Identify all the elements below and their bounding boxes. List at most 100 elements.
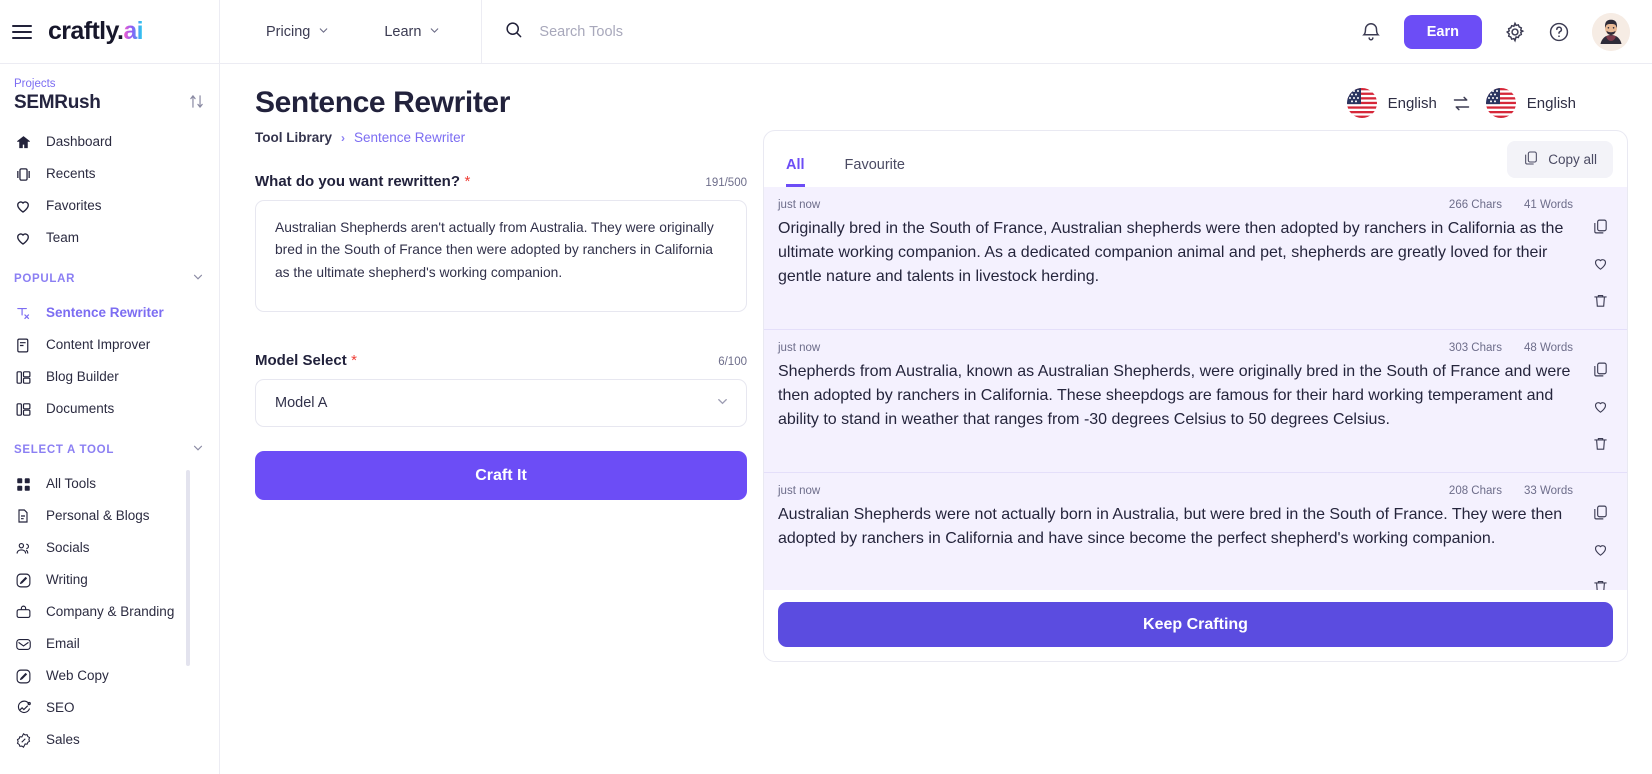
sidebar-header: craftly.ai (0, 0, 219, 64)
chevron-down-icon (317, 24, 330, 40)
source-language-selector[interactable]: English (1347, 88, 1437, 118)
sidebar-label: Team (46, 230, 79, 246)
results-panel: All Favourite Copy all just now (763, 130, 1628, 662)
prompt-label-wrap: What do you want rewritten? * (255, 173, 470, 191)
sidebar-scrollbar[interactable] (186, 470, 190, 666)
notifications-bell-icon[interactable] (1360, 21, 1382, 43)
prompt-label: What do you want rewritten? (255, 173, 460, 190)
top-nav-pricing[interactable]: Pricing (266, 24, 330, 40)
section-title: POPULAR (14, 273, 75, 285)
sidebar: craftly.ai Projects SEMRush Dashboard Re… (0, 0, 220, 774)
delete-trash-icon[interactable] (1585, 571, 1615, 590)
breadcrumb: Tool Library › Sentence Rewriter (255, 130, 747, 145)
model-label-wrap: Model Select * (255, 352, 357, 370)
top-nav-label: Learn (384, 24, 421, 40)
sort-swap-icon[interactable] (188, 93, 205, 114)
sidebar-label: Dashboard (46, 134, 112, 150)
sidebar-label: Content Improver (46, 337, 150, 353)
top-nav: Pricing Learn (220, 0, 481, 64)
brand-name: craftly (48, 17, 117, 45)
sidebar-label: Personal & Blogs (46, 508, 150, 524)
project-row[interactable]: SEMRush (14, 92, 205, 114)
sidebar-label: Blog Builder (46, 369, 119, 385)
app-root: craftly.ai Projects SEMRush Dashboard Re… (0, 0, 1652, 774)
sidebar-item-seo[interactable]: SEO (0, 692, 219, 724)
swap-languages-icon[interactable] (1451, 93, 1472, 114)
result-words: 33 Words (1524, 485, 1573, 497)
required-asterisk: * (351, 352, 357, 369)
tab-favourite[interactable]: Favourite (845, 158, 905, 188)
result-text: Shepherds from Australia, known as Austr… (778, 360, 1573, 432)
sidebar-item-recents[interactable]: Recents (0, 158, 219, 190)
sidebar-item-sales[interactable]: Sales (0, 724, 219, 756)
favorite-heart-icon[interactable] (1585, 391, 1615, 421)
delete-trash-icon[interactable] (1585, 428, 1615, 458)
brand-logo[interactable]: craftly.ai (48, 17, 143, 46)
favorite-heart-icon[interactable] (1585, 534, 1615, 564)
result-body: just now 266 Chars 41 Words Originally b… (778, 199, 1573, 315)
sidebar-item-dashboard[interactable]: Dashboard (0, 126, 219, 158)
chevron-down-icon (428, 24, 441, 40)
users-icon (14, 539, 32, 557)
result-words: 48 Words (1524, 342, 1573, 354)
layout-icon (14, 400, 32, 418)
result-card: just now 208 Chars 33 Words Australian S… (764, 473, 1627, 590)
model-select[interactable]: Model A (255, 379, 747, 427)
model-label: Model Select (255, 352, 347, 369)
result-words: 41 Words (1524, 199, 1573, 211)
copy-icon[interactable] (1585, 354, 1615, 384)
copy-icon[interactable] (1585, 497, 1615, 527)
copy-all-button[interactable]: Copy all (1507, 141, 1613, 178)
rewrite-icon (14, 304, 32, 322)
sidebar-label: Sentence Rewriter (46, 305, 164, 321)
result-text: Originally bred in the South of France, … (778, 217, 1573, 289)
pencil-square-icon (14, 667, 32, 685)
sidebar-item-blog-builder[interactable]: Blog Builder (0, 361, 219, 393)
delete-trash-icon[interactable] (1585, 285, 1615, 315)
breadcrumb-root[interactable]: Tool Library (255, 130, 332, 145)
result-text: Australian Shepherds were not actually b… (778, 503, 1573, 551)
main-area: Pricing Learn Earn (220, 0, 1652, 774)
chevron-down-icon (191, 270, 205, 287)
top-bar-actions: Earn (1342, 13, 1652, 51)
favorite-heart-icon[interactable] (1585, 248, 1615, 278)
sidebar-primary-nav: Dashboard Recents Favorites Team (0, 124, 219, 254)
craft-it-button[interactable]: Craft It (255, 451, 747, 500)
keep-crafting-button[interactable]: Keep Crafting (778, 602, 1613, 647)
top-nav-learn[interactable]: Learn (384, 24, 441, 40)
earn-button[interactable]: Earn (1404, 15, 1482, 49)
result-chars: 266 Chars (1449, 199, 1502, 211)
section-header-popular[interactable]: POPULAR (0, 254, 219, 295)
sidebar-item-sentence-rewriter[interactable]: Sentence Rewriter (0, 297, 219, 329)
gear-icon[interactable] (1504, 21, 1526, 43)
help-circle-icon[interactable] (1548, 21, 1570, 43)
sidebar-label: All Tools (46, 476, 96, 492)
target-language-label: English (1527, 95, 1576, 112)
copy-all-label: Copy all (1548, 152, 1597, 167)
result-card: just now 303 Chars 48 Words Shepherds fr… (764, 330, 1627, 473)
result-meta: just now 208 Chars 33 Words (778, 485, 1573, 497)
avatar[interactable] (1592, 13, 1630, 51)
section-header-select-a-tool[interactable]: SELECT A TOOL (0, 425, 219, 466)
copy-icon[interactable] (1585, 211, 1615, 241)
result-actions (1585, 485, 1615, 590)
search-input[interactable] (539, 24, 1341, 40)
search-icon[interactable] (504, 20, 523, 44)
target-language-selector[interactable]: English (1486, 88, 1576, 118)
tab-all[interactable]: All (786, 158, 805, 188)
menu-toggle-icon[interactable] (6, 19, 32, 45)
model-field-header: Model Select * 6/100 (255, 352, 747, 370)
heart-icon (14, 197, 32, 215)
sidebar-label: Documents (46, 401, 114, 417)
discount-icon (14, 731, 32, 749)
prompt-textarea[interactable]: Australian Shepherds aren't actually fro… (255, 200, 747, 312)
copy-icon (1523, 150, 1539, 169)
brand-suffix: ai (123, 17, 143, 45)
sidebar-item-documents[interactable]: Documents (0, 393, 219, 425)
breadcrumb-current[interactable]: Sentence Rewriter (354, 130, 465, 145)
result-meta: just now 303 Chars 48 Words (778, 342, 1573, 354)
sidebar-item-favorites[interactable]: Favorites (0, 190, 219, 222)
us-flag-icon (1486, 88, 1516, 118)
sidebar-item-team[interactable]: Team (0, 222, 219, 254)
sidebar-item-content-improver[interactable]: Content Improver (0, 329, 219, 361)
